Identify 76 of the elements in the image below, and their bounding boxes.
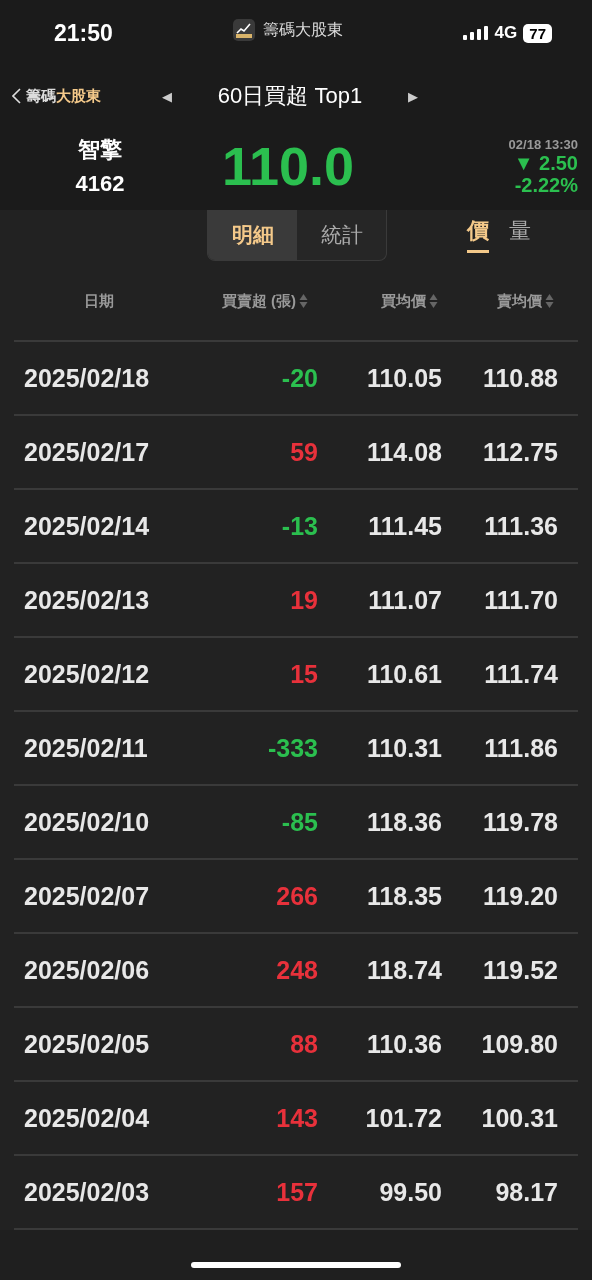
network-label: 4G — [494, 23, 518, 43]
sell-price-cell-text: 110.88 — [481, 363, 558, 393]
net-cell-text: 19 — [289, 585, 318, 615]
buy-price-cell-text: 111.45 — [367, 511, 442, 541]
buy-price-cell-text: 114.08 — [365, 437, 442, 467]
sell-price-cell-text: 100.31 — [480, 1103, 558, 1133]
date-cell-text: 2025/02/06 — [23, 955, 151, 985]
buy-price-cell-text: 101.72 — [364, 1103, 442, 1133]
status-time: 21:50 — [54, 19, 113, 47]
signal-icon — [462, 26, 489, 40]
net-cell-text: -13 — [280, 511, 318, 541]
percent-change: -2.22% — [514, 173, 578, 196]
mode-tab[interactable]: 量 — [509, 216, 531, 253]
net-cell-text: -20 — [280, 363, 318, 393]
net-cell-text: 59 — [289, 437, 318, 467]
buy-price-cell-text: 110.36 — [365, 1029, 442, 1059]
date-cell-text: 2025/02/05 — [23, 1029, 151, 1059]
view-tab[interactable]: 明細 — [208, 210, 297, 260]
sell-price-cell-text: 98.17 — [494, 1177, 558, 1207]
net-cell-text: 15 — [289, 659, 318, 689]
column-header[interactable]: 買均價 — [381, 291, 426, 311]
buy-price-cell-text: 110.05 — [365, 363, 442, 393]
net-cell-text: 143 — [275, 1103, 318, 1133]
sort-icon[interactable] — [429, 293, 438, 309]
sell-price-cell-text: 112.75 — [481, 437, 558, 467]
date-cell-text: 2025/02/04 — [23, 1103, 151, 1133]
column-header[interactable]: 買賣超 (張) — [221, 291, 296, 311]
sell-price-cell-text: 119.52 — [481, 955, 558, 985]
sell-price-cell-text: 111.86 — [483, 733, 558, 763]
buy-price-cell-text: 110.61 — [365, 659, 442, 689]
back-button[interactable]: 籌碼大股東 — [12, 86, 152, 106]
buy-price-cell-text: 118.74 — [365, 955, 442, 985]
net-cell-text: 157 — [275, 1177, 318, 1207]
quote-time: 02/18 13:30 — [508, 136, 578, 152]
sort-icon[interactable] — [545, 293, 554, 309]
date-cell-text: 2025/02/10 — [23, 807, 151, 837]
sell-price-cell-text: 109.80 — [480, 1029, 558, 1059]
date-cell-text: 2025/02/14 — [23, 511, 151, 541]
battery-indicator: 77 — [523, 23, 552, 43]
buy-price-cell-text: 99.50 — [378, 1177, 442, 1207]
date-cell-text: 2025/02/11 — [23, 733, 149, 763]
net-cell-text: 88 — [289, 1029, 318, 1059]
chart-app-icon — [232, 19, 255, 41]
date-cell-text: 2025/02/03 — [23, 1177, 151, 1207]
column-header[interactable]: 日期 — [84, 291, 114, 311]
sell-price-cell-text: 119.78 — [481, 807, 558, 837]
buy-price-cell-text: 111.07 — [367, 585, 442, 615]
date-cell-text: 2025/02/13 — [23, 585, 151, 615]
view-tab[interactable]: 統計 — [297, 210, 386, 260]
net-cell-text: 248 — [275, 955, 318, 985]
buy-price-cell-text: 118.36 — [365, 807, 442, 837]
sort-icon[interactable] — [299, 293, 308, 309]
mode-tab[interactable]: 價 — [467, 216, 489, 253]
net-cell-text: -85 — [280, 807, 318, 837]
sell-price-cell-text: 111.36 — [483, 511, 558, 541]
page-title: 60日買超 Top1 — [216, 82, 364, 110]
buy-price-cell-text: 110.31 — [365, 733, 442, 763]
net-cell-text: 266 — [275, 881, 318, 911]
app-name: 籌碼大股東 — [262, 19, 343, 40]
back-chevron-icon[interactable] — [12, 88, 21, 104]
date-cell-text: 2025/02/18 — [23, 363, 151, 393]
column-header[interactable]: 賣均價 — [497, 291, 542, 311]
sell-price-cell-text: 111.70 — [483, 585, 558, 615]
price-change: ▼ 2.50 — [513, 151, 578, 174]
date-cell-text: 2025/02/17 — [23, 437, 151, 467]
buy-price-cell-text: 118.35 — [365, 881, 442, 911]
previous-button[interactable]: ◀ — [152, 88, 182, 104]
stock-code: 4162 — [75, 171, 125, 197]
date-cell-text: 2025/02/07 — [23, 881, 151, 911]
stock-name: 智擎 — [78, 136, 122, 164]
next-button[interactable]: ▶ — [398, 88, 428, 104]
sell-price-cell-text: 119.20 — [481, 881, 558, 911]
date-cell-text: 2025/02/12 — [23, 659, 151, 689]
sell-price-cell-text: 111.74 — [483, 659, 558, 689]
net-cell-text: -333 — [266, 733, 318, 763]
stock-price: 110.0 — [222, 135, 356, 197]
